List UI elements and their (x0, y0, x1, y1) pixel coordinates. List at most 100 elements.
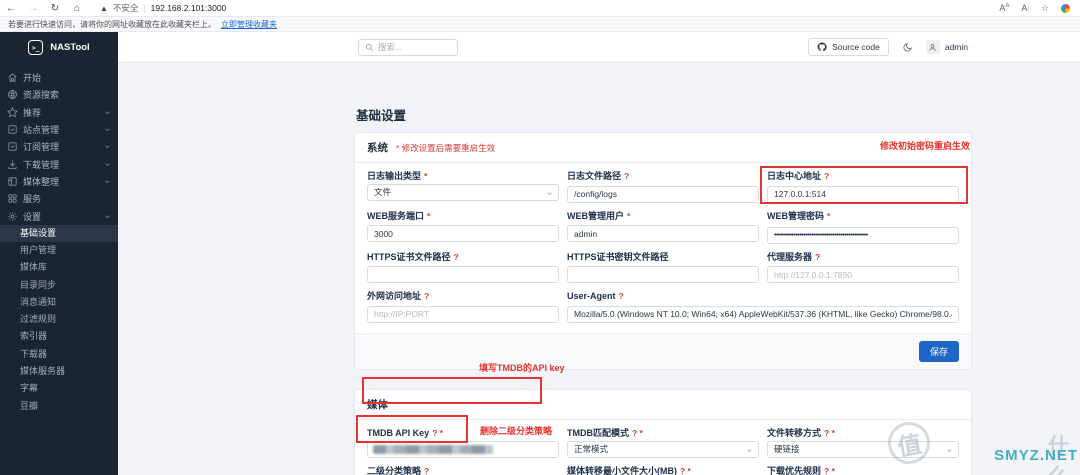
sidebar-item-home[interactable]: 开始 (0, 69, 118, 86)
user-agent-input[interactable] (567, 305, 959, 323)
log-type-select[interactable]: 文件 (367, 184, 559, 201)
system-restart-note: * 修改设置后需要重启生效 (396, 142, 496, 153)
https-key-input[interactable] (567, 266, 759, 283)
field-label: TMDB API Key (367, 427, 430, 438)
brand-name: NASTool (50, 42, 90, 53)
sidebar-item-label: 站点管理 (23, 125, 60, 136)
world-icon (7, 90, 18, 100)
help-mark: ? (453, 251, 459, 262)
field-web-user: WEB管理用户 * (567, 211, 759, 244)
help-mark: ? (424, 291, 430, 301)
submenu-item-user-manage[interactable]: 用户管理 (0, 242, 118, 259)
favorites-hint-text: 若要进行快速访问，请将你的网址收藏放在此收藏夹栏上。 (8, 19, 216, 29)
web-port-input[interactable] (367, 225, 559, 242)
refresh-icon[interactable]: ↻ (44, 3, 66, 14)
read-aloud-icon[interactable]: A⁾ (1021, 3, 1029, 13)
help-mark: ? (618, 291, 624, 301)
required-mark: * (627, 210, 631, 221)
user-menu[interactable]: admin (925, 40, 968, 54)
submenu-item-basic-settings[interactable]: 基础设置 (0, 224, 118, 242)
sidebar-item-subscribe-manage[interactable]: 订阅管理 (0, 138, 118, 155)
required-mark: * (427, 210, 431, 221)
chevron-down-icon (947, 448, 952, 452)
field-label: 二级分类策略 (367, 465, 422, 475)
brand[interactable]: >_ NASTool (0, 32, 118, 63)
browser-profile-icon[interactable] (1061, 3, 1070, 13)
submenu-item-directory-sync[interactable]: 目录同步 (0, 277, 118, 294)
moon-icon[interactable] (902, 42, 913, 53)
forward-icon[interactable]: → (22, 3, 44, 14)
log-path-input[interactable] (567, 185, 759, 203)
log-server-input[interactable] (767, 185, 959, 203)
sidebar-item-services[interactable]: 服务 (0, 190, 118, 207)
help-required-mark: ? * (432, 427, 444, 438)
help-mark: ? (815, 251, 821, 262)
sidebar-item-download-manage[interactable]: 下载管理 (0, 155, 118, 172)
help-mark: ? (424, 465, 430, 475)
favorites-bar: 若要进行快速访问，请将你的网址收藏放在此收藏夹栏上。 立即管理收藏夹 (0, 17, 1080, 32)
zoom-text-icon[interactable]: AA (999, 3, 1009, 13)
submenu-item-media-server[interactable]: 媒体服务器 (0, 363, 118, 380)
transfer-mode-select[interactable]: 硬链接 (767, 440, 959, 458)
settings-page: 基础设置 系统 * 修改设置后需要重启生效 日志输出类型 * 文件 日志文件路径?… (354, 105, 972, 475)
field-log-path: 日志文件路径? (567, 171, 759, 203)
submenu-item-subtitles[interactable]: 字幕 (0, 380, 118, 397)
browser-toolbar: ← → ↻ ⌂ ▲ 不安全 | 192.168.2.101:3000 AA A⁾… (0, 0, 1080, 17)
submenu-item-indexer[interactable]: 索引器 (0, 328, 118, 345)
source-code-label: Source code (832, 42, 880, 52)
web-password-input[interactable] (767, 226, 959, 244)
sidebar-item-label: 设置 (23, 211, 42, 222)
address-separator: | (143, 3, 146, 13)
nastool-app: >_ NASTool 开始 资源搜索 推荐 站点管理 订阅管理 下载管理 媒体整… (0, 32, 1080, 475)
settings-submenu: 基础设置 用户管理 媒体库 目录同步 消息通知 过滤规则 索引器 下载器 媒体服… (0, 224, 118, 415)
address-bar[interactable]: ▲ 不安全 | 192.168.2.101:3000 (100, 2, 226, 14)
source-code-button[interactable]: Source code (808, 38, 889, 56)
web-user-input[interactable] (567, 225, 759, 242)
submenu-item-douban[interactable]: 豆瓣 (0, 398, 118, 415)
help-required-mark: ? * (824, 465, 835, 475)
submenu-item-media-library[interactable]: 媒体库 (0, 259, 118, 276)
field-label: HTTPS证书密钥文件路径 (567, 251, 669, 262)
search-box[interactable] (358, 38, 458, 56)
field-download-priority: 下载优先规则? * 站点优先 (767, 466, 959, 475)
save-button[interactable]: 保存 (918, 340, 959, 362)
select-value: 正常模式 (574, 443, 609, 454)
sidebar-item-site-manage[interactable]: 站点管理 (0, 121, 118, 138)
star-icon (7, 106, 18, 118)
field-label: 日志文件路径 (567, 171, 622, 181)
submenu-item-notifications[interactable]: 消息通知 (0, 294, 118, 311)
back-icon[interactable]: ← (0, 3, 22, 14)
favorites-star-icon[interactable]: ☆ (1041, 3, 1049, 14)
field-tmdb-api-key: TMDB API Key? * (367, 428, 559, 458)
chevron-down-icon (547, 192, 552, 196)
help-required-mark: ? * (824, 427, 835, 438)
media-card: 媒体 TMDB API Key? * TMDB匹配模式? * 正常模式 文件转移… (354, 388, 972, 475)
field-tmdb-mode: TMDB匹配模式? * 正常模式 (567, 428, 759, 458)
tmdb-mode-select[interactable]: 正常模式 (567, 440, 759, 458)
submenu-item-filter-rules[interactable]: 过滤规则 (0, 311, 118, 328)
external-url-input[interactable] (367, 305, 559, 323)
submenu-item-downloader[interactable]: 下载器 (0, 346, 118, 363)
https-cert-input[interactable] (367, 266, 559, 283)
user-icon (929, 43, 937, 51)
field-label: 日志输出类型 (367, 171, 422, 181)
required-mark: * (827, 210, 831, 221)
browser-home-icon[interactable]: ⌂ (66, 3, 88, 14)
layout-icon (8, 177, 17, 186)
sidebar-item-label: 订阅管理 (23, 142, 60, 153)
checkbox-icon (8, 125, 17, 134)
sidebar-item-resource-search[interactable]: 资源搜索 (0, 86, 118, 103)
field-proxy: 代理服务器? (767, 251, 959, 283)
search-input[interactable] (378, 42, 448, 52)
sidebar-item-label: 下载管理 (23, 159, 60, 170)
sidebar-item-label: 服务 (23, 194, 42, 205)
tmdb-api-key-input[interactable] (367, 440, 559, 458)
proxy-input[interactable] (767, 266, 959, 283)
sidebar: >_ NASTool 开始 资源搜索 推荐 站点管理 订阅管理 下载管理 媒体整… (0, 32, 118, 475)
help-mark: ? (624, 171, 630, 181)
sidebar-item-recommend[interactable]: 推荐 (0, 104, 118, 121)
sidebar-item-settings[interactable]: 设置 (0, 207, 118, 224)
sidebar-item-media-organize[interactable]: 媒体整理 (0, 173, 118, 190)
manage-favorites-link[interactable]: 立即管理收藏夹 (221, 19, 277, 30)
field-log-server: 日志中心地址? (767, 171, 959, 203)
